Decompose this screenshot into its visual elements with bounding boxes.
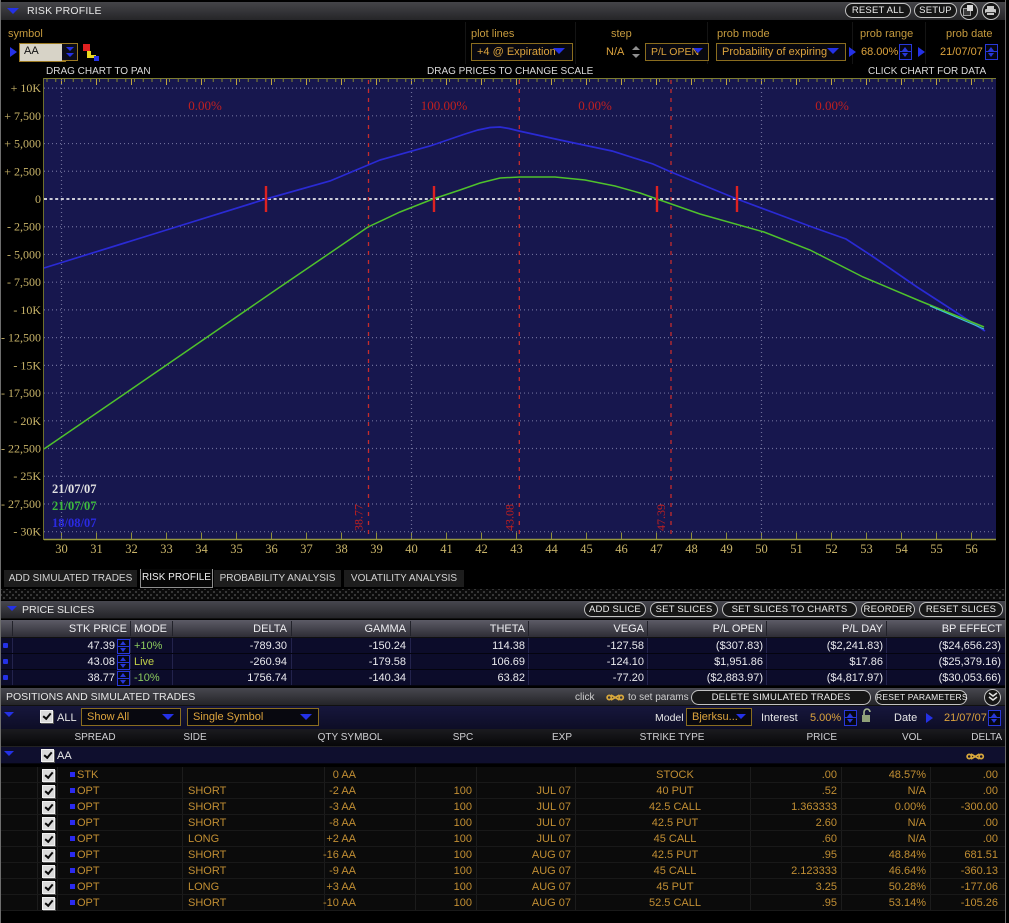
- svg-text:45: 45: [580, 542, 593, 556]
- svg-text:38.77: 38.77: [352, 504, 366, 531]
- svg-text:43.08: 43.08: [502, 504, 516, 531]
- svg-text:49: 49: [720, 542, 733, 556]
- svg-text:39: 39: [370, 542, 383, 556]
- svg-text:- 7,500: - 7,500: [7, 275, 41, 289]
- svg-text:46: 46: [615, 542, 628, 556]
- svg-text:+ 2,500: + 2,500: [4, 164, 41, 178]
- svg-text:42: 42: [475, 542, 488, 556]
- svg-text:55: 55: [930, 542, 943, 556]
- svg-text:33: 33: [160, 542, 173, 556]
- svg-text:53: 53: [860, 542, 873, 556]
- svg-text:- 2,500: - 2,500: [7, 220, 41, 234]
- svg-text:37: 37: [300, 542, 313, 556]
- svg-text:51: 51: [790, 542, 803, 556]
- svg-text:31: 31: [90, 542, 103, 556]
- svg-text:35: 35: [230, 542, 243, 556]
- svg-text:21/07/07: 21/07/07: [52, 499, 96, 513]
- svg-text:0.00%: 0.00%: [578, 98, 612, 113]
- svg-text:0: 0: [35, 192, 41, 206]
- svg-text:- 15K: - 15K: [13, 358, 41, 372]
- svg-text:41: 41: [440, 542, 453, 556]
- svg-text:- 20K: - 20K: [13, 414, 41, 428]
- svg-text:30: 30: [55, 542, 68, 556]
- svg-text:+ 10K: + 10K: [11, 81, 42, 95]
- svg-text:54: 54: [895, 542, 908, 556]
- svg-text:100.00%: 100.00%: [421, 98, 468, 113]
- svg-text:- 27,500: - 27,500: [1, 497, 41, 511]
- svg-text:0.00%: 0.00%: [188, 98, 222, 113]
- svg-text:- 30K: - 30K: [13, 525, 41, 539]
- svg-text:34: 34: [195, 542, 208, 556]
- svg-text:38: 38: [335, 542, 348, 556]
- svg-text:18/08/07: 18/08/07: [52, 516, 96, 530]
- svg-text:- 12,500: - 12,500: [1, 331, 41, 345]
- svg-text:43: 43: [510, 542, 523, 556]
- svg-text:- 25K: - 25K: [13, 469, 41, 483]
- svg-text:40: 40: [405, 542, 418, 556]
- svg-text:- 5,000: - 5,000: [7, 247, 41, 261]
- svg-text:56: 56: [965, 542, 978, 556]
- svg-text:48: 48: [685, 542, 698, 556]
- svg-text:- 22,500: - 22,500: [1, 442, 41, 456]
- svg-text:47.39: 47.39: [654, 504, 668, 531]
- svg-text:50: 50: [755, 542, 768, 556]
- svg-text:44: 44: [545, 542, 558, 556]
- svg-text:47: 47: [650, 542, 663, 556]
- svg-text:21/07/07: 21/07/07: [52, 482, 96, 496]
- svg-text:52: 52: [825, 542, 838, 556]
- svg-text:- 17,500: - 17,500: [1, 386, 41, 400]
- svg-text:- 10K: - 10K: [13, 303, 41, 317]
- svg-text:36: 36: [265, 542, 278, 556]
- svg-text:0.00%: 0.00%: [815, 98, 849, 113]
- svg-text:32: 32: [125, 542, 138, 556]
- svg-text:+ 7,500: + 7,500: [4, 109, 41, 123]
- svg-text:+ 5,000: + 5,000: [4, 137, 41, 151]
